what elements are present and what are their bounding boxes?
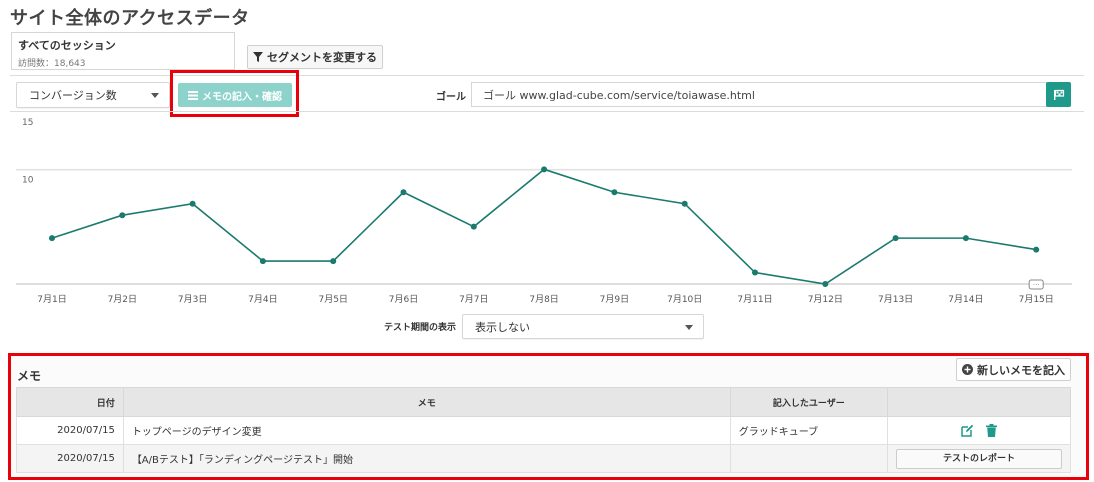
memo-entry-label: メモの記入・確認 bbox=[202, 91, 282, 103]
x-tick-label: 7月4日 bbox=[248, 294, 277, 305]
x-tick-label: 7月6日 bbox=[389, 294, 418, 305]
data-point bbox=[822, 281, 829, 287]
column-header-user: 記入したユーザー bbox=[729, 387, 888, 417]
test-report-button[interactable]: テストのレポート bbox=[895, 448, 1062, 469]
data-point bbox=[892, 235, 899, 242]
visit-count: 訪問数：18,643 bbox=[18, 59, 86, 69]
x-tick-label: 7月9日 bbox=[600, 294, 629, 305]
test-period-select[interactable]: 表示しない bbox=[462, 314, 704, 339]
data-point bbox=[752, 269, 758, 276]
svg-text:···: ··· bbox=[1033, 281, 1040, 289]
test-period-label: テスト期間の表示 bbox=[384, 323, 457, 333]
data-point bbox=[681, 200, 688, 207]
memo-table: 日付 メモ 記入したユーザー 2020/07/15 トップページのデザイン変更 … bbox=[16, 387, 1072, 473]
filter-icon bbox=[253, 52, 263, 62]
plus-circle-icon bbox=[962, 364, 973, 375]
memo-text: トップページのデザイン変更 bbox=[122, 416, 731, 445]
goal-select[interactable]: ゴール www.glad-cube.com/service/toiawase.h… bbox=[471, 82, 1047, 107]
table-row: 2020/07/15 トップページのデザイン変更 グラッドキューブ bbox=[16, 416, 1072, 445]
x-tick-label: 7月11日 bbox=[737, 294, 772, 305]
column-header-memo: メモ bbox=[122, 387, 731, 417]
y-tick-label: 15 bbox=[22, 118, 33, 128]
goal-flag-button[interactable] bbox=[1046, 82, 1071, 107]
conversion-line-chart: 15 10 7月1日 7月2日 7月3日 7月4日 7月5日 7月6日 7月7日 7月8日 7月9日… bbox=[16, 118, 1072, 305]
x-tick-label: 7月3日 bbox=[178, 294, 207, 305]
data-point bbox=[470, 223, 477, 230]
x-tick-label: 7月5日 bbox=[318, 294, 347, 305]
x-tick-label: 7月15日 bbox=[1019, 294, 1054, 305]
memo-marker-icon[interactable]: ··· bbox=[1028, 279, 1044, 290]
x-tick-label: 7月14日 bbox=[948, 294, 983, 305]
memo-actions bbox=[886, 416, 1072, 445]
memo-date: 2020/07/15 bbox=[16, 444, 124, 473]
x-tick-label: 7月10日 bbox=[667, 294, 702, 305]
x-tick-label: 7月8日 bbox=[529, 294, 558, 305]
x-tick-label: 7月13日 bbox=[878, 294, 913, 305]
memo-text: 【A/Bテスト】「ランディングページテスト」開始 bbox=[122, 444, 731, 473]
chevron-down-icon bbox=[685, 324, 693, 330]
column-header-date: 日付 bbox=[16, 387, 124, 417]
y-tick-label: 10 bbox=[22, 175, 34, 185]
data-point bbox=[1033, 246, 1040, 253]
x-tick-label: 7月7日 bbox=[459, 294, 488, 305]
data-point bbox=[119, 212, 126, 219]
chevron-down-icon bbox=[151, 93, 159, 98]
list-icon bbox=[188, 90, 198, 100]
data-point bbox=[330, 258, 337, 265]
memo-heading: メモ bbox=[17, 369, 42, 383]
data-point bbox=[259, 258, 266, 265]
memo-date: 2020/07/15 bbox=[16, 416, 124, 445]
new-memo-label: 新しいメモを記入 bbox=[977, 363, 1065, 377]
memo-user bbox=[729, 444, 888, 473]
x-tick-label: 7月2日 bbox=[108, 294, 137, 305]
x-tick-label: 7月12日 bbox=[808, 294, 843, 305]
change-segment-label: セグメントを変更する bbox=[267, 51, 377, 64]
flag-icon bbox=[1053, 89, 1064, 100]
series-line bbox=[51, 168, 1037, 285]
new-memo-button[interactable]: 新しいメモを記入 bbox=[956, 358, 1071, 381]
column-header-actions bbox=[886, 387, 1072, 417]
table-header-row: 日付 メモ 記入したユーザー bbox=[16, 387, 1072, 417]
data-point bbox=[189, 200, 196, 207]
conversion-metric-select[interactable]: コンバージョン数 bbox=[16, 82, 170, 108]
memo-actions: テストのレポート bbox=[886, 444, 1072, 473]
edit-icon[interactable] bbox=[961, 424, 974, 437]
conversion-metric-value: コンバージョン数 bbox=[29, 89, 117, 102]
goal-label: ゴール bbox=[436, 92, 466, 103]
page-title: サイト全体のアクセスデータ bbox=[10, 8, 250, 29]
data-point bbox=[541, 166, 548, 173]
memo-entry-button[interactable]: メモの記入・確認 bbox=[178, 83, 292, 107]
trash-icon[interactable] bbox=[985, 424, 997, 437]
test-period-value: 表示しない bbox=[475, 320, 530, 334]
data-point bbox=[611, 189, 618, 196]
data-point bbox=[962, 235, 969, 242]
segment-name: すべてのセッション bbox=[18, 39, 116, 52]
data-point bbox=[400, 189, 407, 196]
x-tick-label: 7月1日 bbox=[37, 294, 66, 305]
table-row: 2020/07/15 【A/Bテスト】「ランディングページテスト」開始 テストの… bbox=[16, 444, 1072, 473]
segment-summary: すべてのセッション 訪問数：18,643 bbox=[11, 32, 235, 70]
change-segment-button[interactable]: セグメントを変更する bbox=[247, 45, 383, 69]
data-point bbox=[49, 235, 55, 242]
memo-user: グラッドキューブ bbox=[729, 416, 888, 445]
